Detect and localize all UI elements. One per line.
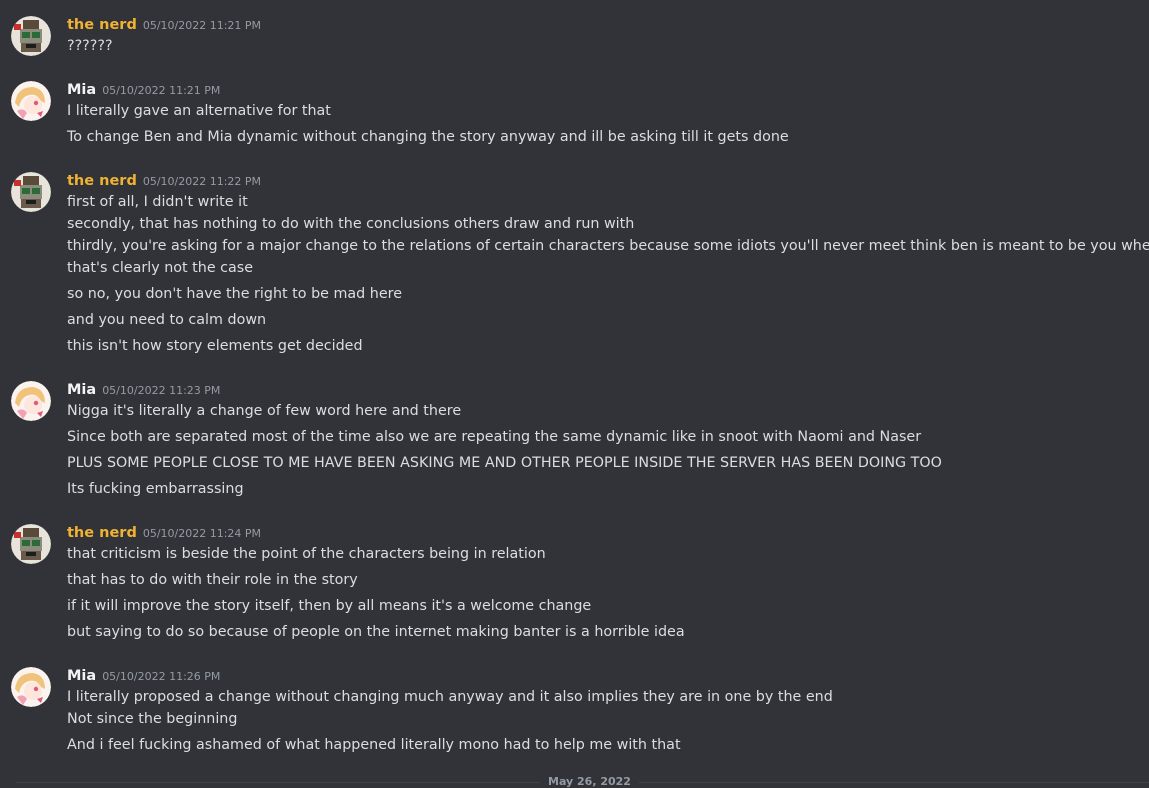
timestamp: 05/10/2022 11:22 PM <box>142 175 262 188</box>
message-line: To change Ben and Mia dynamic without ch… <box>67 129 789 145</box>
message-line: Not since the beginning <box>67 711 238 727</box>
username[interactable]: the nerd <box>67 17 137 33</box>
nerd-avatar-icon[interactable] <box>11 16 51 56</box>
message-line: Its fucking embarrassing <box>67 481 244 497</box>
date-divider-label: May 26, 2022 <box>540 775 639 788</box>
timestamp: 05/10/2022 11:21 PM <box>102 84 221 97</box>
message-line: that criticism is beside the point of th… <box>67 546 546 562</box>
message-line: I literally gave an alternative for that <box>67 103 331 119</box>
message-header: the nerd 05/10/2022 11:24 PM <box>67 521 261 543</box>
message-header: the nerd 05/10/2022 11:21 PM <box>67 13 261 35</box>
username[interactable]: the nerd <box>67 525 137 541</box>
message-line: if it will improve the story itself, the… <box>67 598 592 614</box>
mia-avatar-icon[interactable] <box>11 81 51 121</box>
message-header: Mia 05/10/2022 11:21 PM <box>67 78 220 100</box>
message-line: thirdly, you're asking for a major chang… <box>67 238 1149 254</box>
mia-avatar-icon[interactable] <box>11 381 51 421</box>
message-line: PLUS SOME PEOPLE CLOSE TO ME HAVE BEEN A… <box>67 455 942 471</box>
timestamp: 05/10/2022 11:21 PM <box>142 19 262 32</box>
username[interactable]: the nerd <box>67 173 137 189</box>
message-line: secondly, that has nothing to do with th… <box>67 216 635 232</box>
mia-avatar-icon[interactable] <box>11 667 51 707</box>
message-line: ?????? <box>67 38 113 54</box>
message-line: that has to do with their role in the st… <box>67 572 358 588</box>
message-line: I literally proposed a change without ch… <box>67 689 833 705</box>
message-header: Mia 05/10/2022 11:26 PM <box>67 664 220 686</box>
timestamp: 05/10/2022 11:26 PM <box>102 670 221 683</box>
message-line: but saying to do so because of people on… <box>67 624 685 640</box>
message-list: the nerd 05/10/2022 11:21 PM ?????? Mia 05… <box>0 0 1149 788</box>
message-line: and you need to calm down <box>67 312 267 328</box>
message-header: the nerd 05/10/2022 11:22 PM <box>67 169 261 191</box>
nerd-avatar-icon[interactable] <box>11 172 51 212</box>
timestamp: 05/10/2022 11:23 PM <box>102 384 221 397</box>
message-line: first of all, I didn't write it <box>67 194 248 210</box>
timestamp: 05/10/2022 11:24 PM <box>142 527 262 540</box>
message-line: so no, you don't have the right to be ma… <box>67 286 403 302</box>
username[interactable]: Mia <box>67 382 96 398</box>
nerd-avatar-icon[interactable] <box>11 524 51 564</box>
username[interactable]: Mia <box>67 668 96 684</box>
message-header: Mia 05/10/2022 11:23 PM <box>67 378 220 400</box>
message-line: this isn't how story elements get decide… <box>67 338 363 354</box>
message-line: that's clearly not the case <box>67 260 254 276</box>
message-line: And i feel fucking ashamed of what happe… <box>67 737 681 753</box>
username[interactable]: Mia <box>67 82 96 98</box>
message-line: Since both are separated most of the tim… <box>67 429 922 445</box>
message-line: Nigga it's literally a change of few wor… <box>67 403 462 419</box>
